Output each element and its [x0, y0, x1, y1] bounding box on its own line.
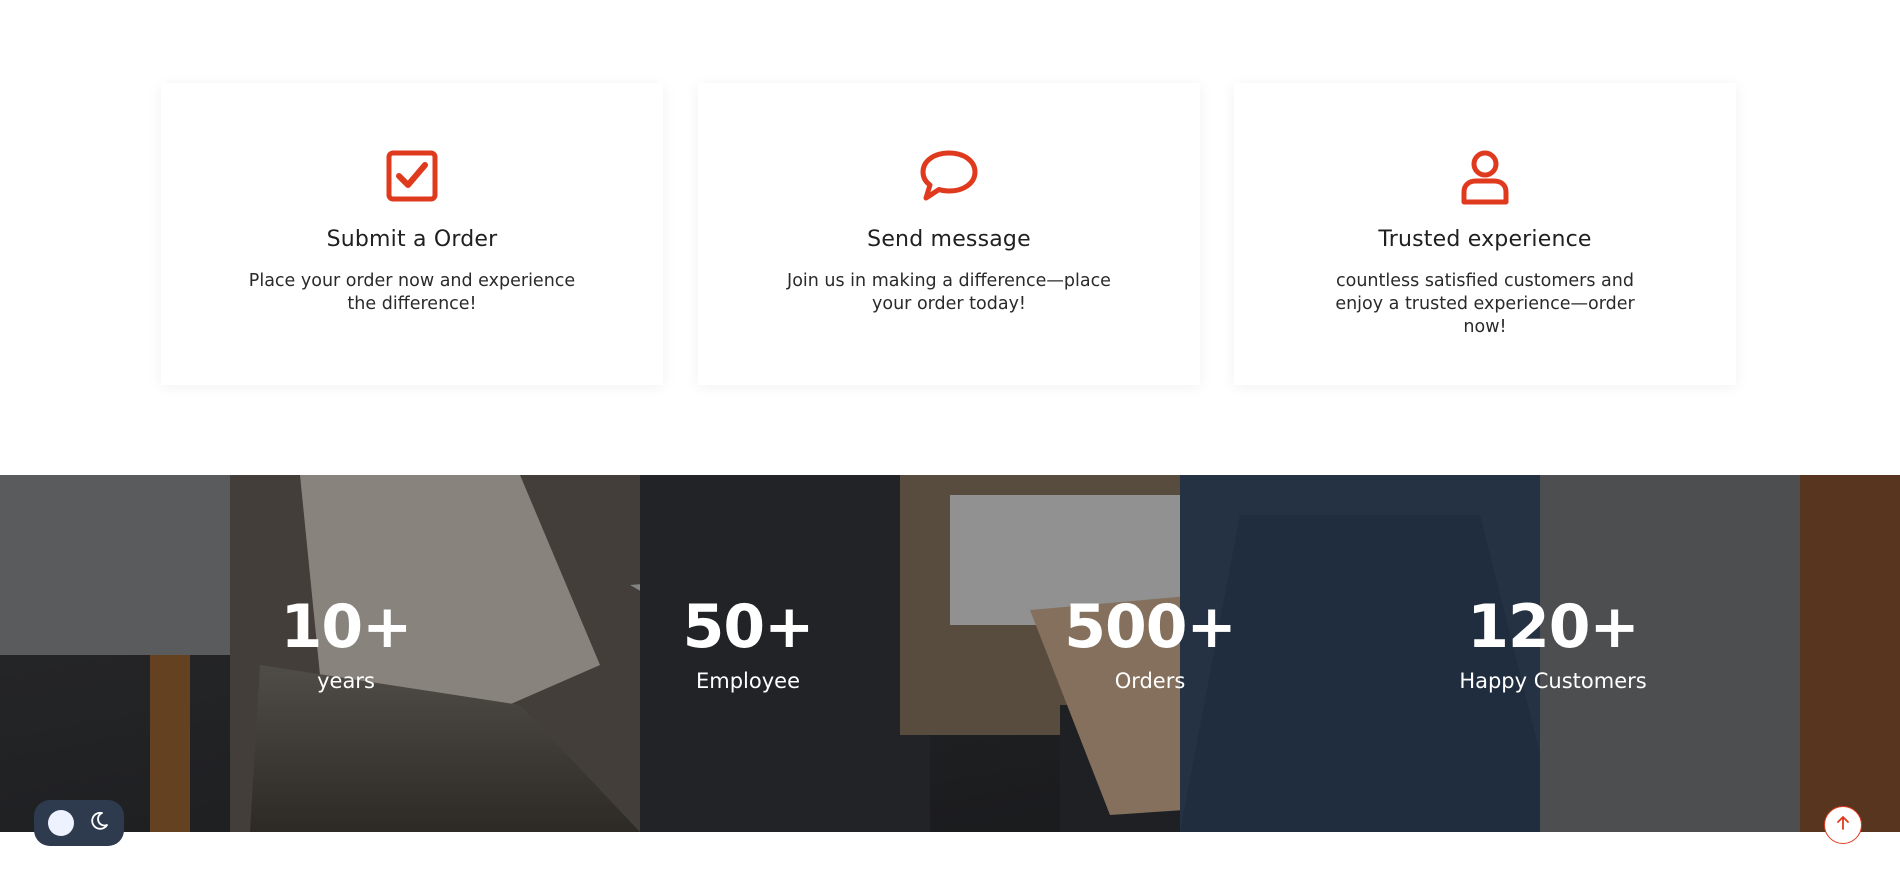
feature-title: Trusted experience [1378, 227, 1592, 252]
stat-label: years [317, 669, 375, 693]
feature-description: countless satisfied customers and enjoy … [1335, 271, 1635, 337]
stat-happy-customers: 120+ Happy Customers [1403, 595, 1703, 693]
arrow-up-icon [1834, 814, 1852, 836]
stats-section: 10+ years 50+ Employee 500+ Orders 120+ … [0, 475, 1900, 832]
stat-label: Employee [695, 669, 800, 693]
user-icon [1234, 148, 1736, 208]
feature-title: Send message [867, 227, 1031, 252]
feature-card-trusted-experience: Trusted experience countless satisfied c… [1234, 83, 1736, 385]
theme-toggle[interactable] [34, 800, 124, 846]
stat-orders: 500+ Orders [1000, 595, 1300, 693]
feature-card-send-message: Send message Join us in making a differe… [698, 83, 1200, 385]
checkbox-icon [161, 148, 663, 208]
feature-description: Place your order now and experience the … [248, 271, 576, 314]
feature-description: Join us in making a difference—place you… [787, 271, 1111, 314]
features-section: Submit a Order Place your order now and … [0, 0, 1900, 475]
stat-value: 10+ [280, 592, 413, 662]
stat-years: 10+ years [196, 595, 496, 693]
moon-icon[interactable] [88, 810, 110, 836]
stat-value: 50+ [682, 592, 815, 662]
sun-icon[interactable] [48, 810, 74, 836]
scroll-to-top-button[interactable] [1824, 806, 1862, 844]
stat-label: Orders [1114, 669, 1186, 693]
stat-label: Happy Customers [1459, 669, 1647, 693]
stat-employee: 50+ Employee [598, 595, 898, 693]
stat-value: 500+ [1064, 592, 1237, 662]
stat-value: 120+ [1467, 592, 1640, 662]
speech-bubble-icon [698, 148, 1200, 208]
feature-card-submit-order: Submit a Order Place your order now and … [161, 83, 663, 385]
feature-title: Submit a Order [326, 227, 498, 252]
